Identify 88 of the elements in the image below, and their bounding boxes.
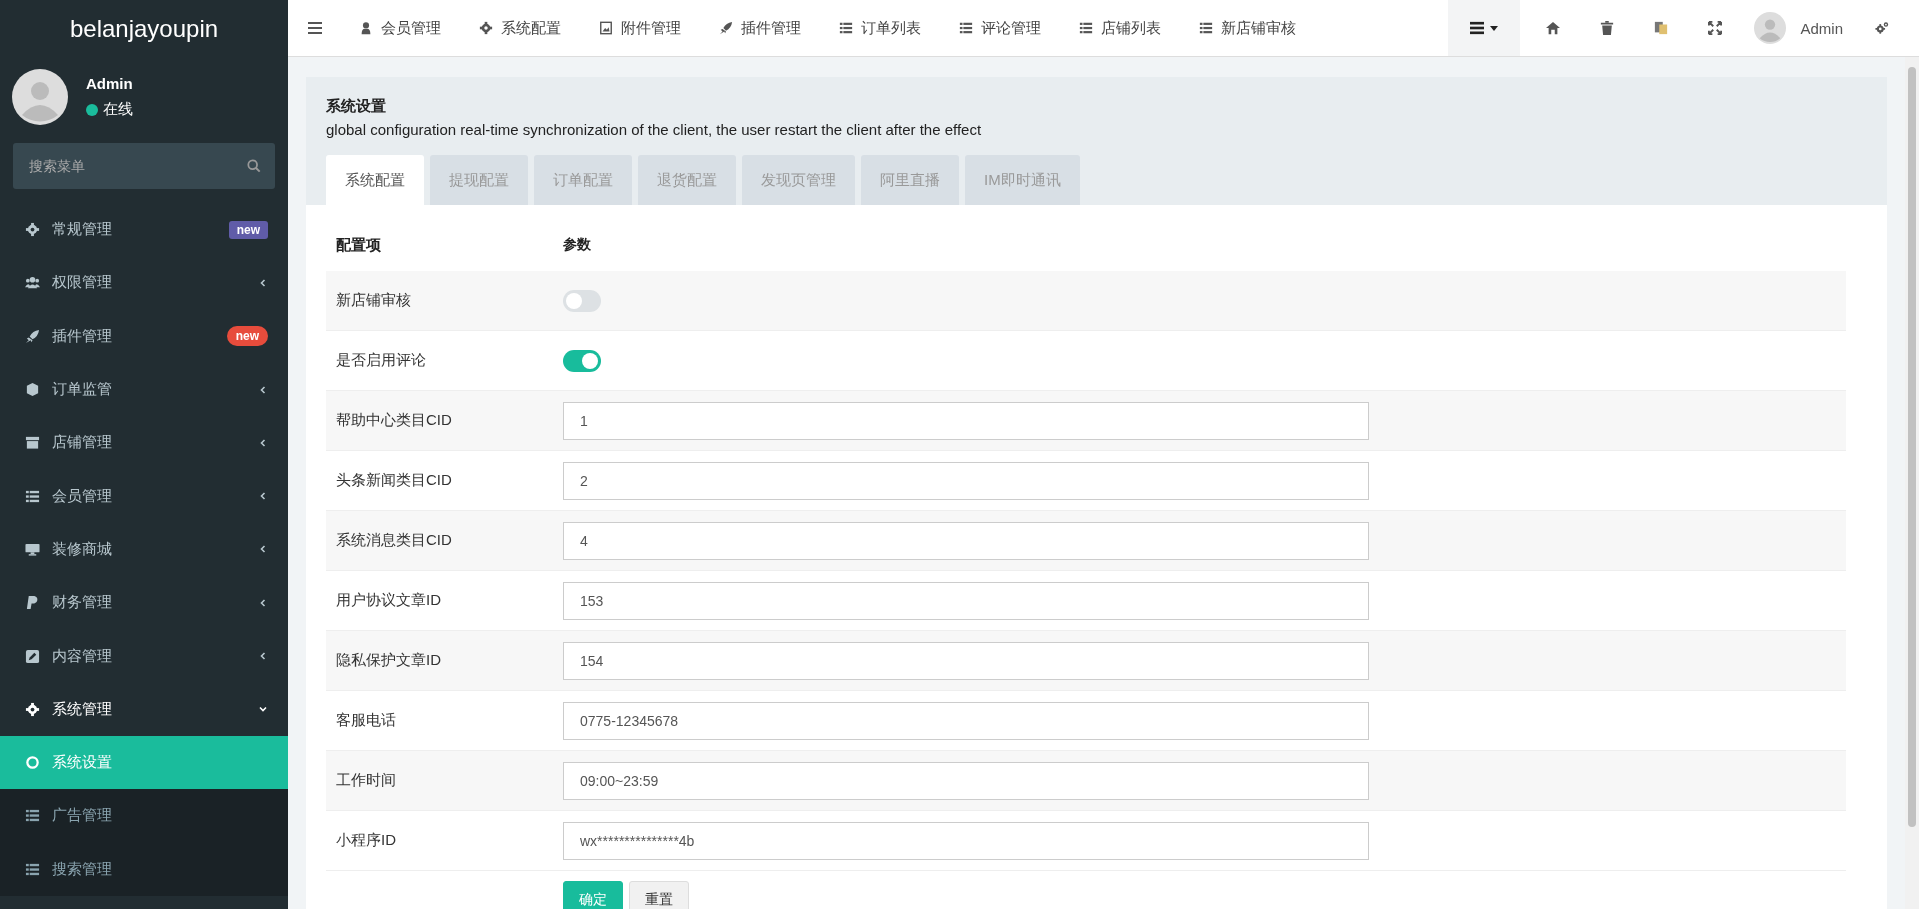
home-icon[interactable] (1546, 21, 1561, 35)
menu-item[interactable]: 订单监管 (0, 362, 288, 417)
setting-label: 小程序ID (335, 831, 397, 850)
nav-tab[interactable]: 新店铺审核 (1180, 18, 1315, 38)
nav-tab[interactable]: 订单列表 (820, 18, 940, 38)
edit-icon (25, 648, 40, 664)
setting-label: 新店铺审核 (335, 291, 412, 310)
circle-icon (25, 755, 40, 771)
toggle-switch[interactable] (563, 349, 601, 372)
menu-item[interactable]: 插件管理 new (0, 309, 288, 363)
archive-icon (25, 435, 40, 451)
fullscreen-icon[interactable] (1708, 21, 1723, 35)
list-icon (959, 21, 973, 35)
user-menu[interactable]: Admin (1742, 12, 1855, 44)
menu-item[interactable]: 店铺管理 (0, 416, 288, 470)
setting-label: 头条新闻类目CID (335, 471, 453, 490)
image-icon (599, 21, 613, 35)
submenu-item[interactable]: 广告管理 (0, 789, 288, 843)
list-icon (1079, 21, 1093, 35)
nav-tab[interactable]: 系统配置 (460, 18, 580, 38)
rocket-icon (719, 21, 733, 35)
list-icon (1470, 21, 1485, 35)
menu-item[interactable]: 会员管理 (0, 469, 288, 523)
user-name: Admin (86, 75, 133, 92)
search-field[interactable]: 搜索菜单 (13, 143, 275, 189)
input-field[interactable]: 1 (563, 401, 1369, 440)
trash-icon[interactable] (1600, 21, 1615, 35)
panel-description: global configuration real-time synchronization of the client, the user restart the client after the effect (326, 121, 983, 138)
config-tab[interactable]: 系统配置 (326, 155, 424, 205)
list-icon (1199, 21, 1213, 35)
input-field[interactable]: wx***************4b (563, 821, 1369, 860)
new-badge: new (226, 326, 268, 347)
column-header: 配置项 (335, 235, 382, 255)
list-icon (25, 488, 40, 504)
input-field[interactable]: 2 (563, 461, 1369, 500)
menu-item[interactable]: 权限管理 (0, 256, 288, 310)
gear-icon (479, 21, 493, 35)
gear-icon (25, 701, 40, 717)
nav-tab[interactable]: 会员管理 (340, 18, 460, 38)
cube-icon (25, 382, 40, 398)
avatar-icon (1754, 12, 1787, 44)
search-icon[interactable] (247, 159, 261, 173)
scrollbar[interactable] (1905, 57, 1919, 909)
brand-logo[interactable]: belanjayoupin (0, 0, 288, 57)
new-badge: new (228, 220, 268, 239)
settings-icon[interactable] (1875, 21, 1889, 35)
dropdown-button[interactable] (1448, 0, 1521, 56)
pay-icon (25, 595, 40, 611)
setting-label: 是否启用评论 (335, 351, 427, 370)
menu-item[interactable]: 内容管理 (0, 629, 288, 683)
input-field[interactable]: 153 (563, 581, 1369, 620)
input-field[interactable]: 09:00~23:59 (563, 761, 1369, 800)
menu-item[interactable]: 财务管理 (0, 576, 288, 630)
user-status: 在线 (103, 100, 133, 119)
input-field[interactable]: 0775-12345678 (563, 701, 1369, 740)
rocket-icon (25, 328, 40, 344)
caret-icon (1490, 25, 1499, 31)
list-icon (25, 808, 40, 824)
menu-item[interactable]: 常规管理 new (0, 203, 288, 257)
gears-icon (25, 222, 40, 238)
monitor-icon (25, 541, 40, 557)
toggle-switch[interactable] (563, 289, 601, 312)
nav-tab[interactable]: 店铺列表 (1060, 18, 1180, 38)
nav-tab[interactable]: 附件管理 (580, 18, 700, 38)
setting-label: 系统消息类目CID (335, 531, 453, 550)
avatar-icon (12, 69, 68, 125)
reset-button[interactable]: 重置 (629, 881, 689, 909)
list-icon (25, 861, 40, 877)
nav-tab[interactable]: 插件管理 (700, 18, 820, 38)
user-icon (359, 21, 373, 35)
setting-label: 帮助中心类目CID (335, 411, 453, 430)
list-icon (839, 21, 853, 35)
setting-label: 隐私保护文章ID (335, 651, 442, 670)
menu-icon[interactable] (308, 21, 322, 35)
translate-icon[interactable] (1654, 21, 1669, 35)
setting-label: 客服电话 (335, 711, 397, 730)
users-icon (25, 275, 40, 291)
column-header: 参数 (563, 236, 592, 254)
input-field[interactable]: 154 (563, 641, 1369, 680)
input-field[interactable]: 4 (563, 521, 1369, 560)
nav-tab[interactable]: 评论管理 (940, 18, 1060, 38)
submenu-item[interactable]: 搜索管理 (0, 842, 288, 896)
setting-label: 用户协议文章ID (335, 591, 442, 610)
setting-label: 工作时间 (335, 771, 397, 790)
menu-item[interactable]: 系统管理 (0, 682, 288, 736)
online-dot-icon (86, 103, 98, 116)
menu-item[interactable]: 装修商城 (0, 522, 288, 577)
panel-title: 系统设置 (326, 97, 387, 116)
